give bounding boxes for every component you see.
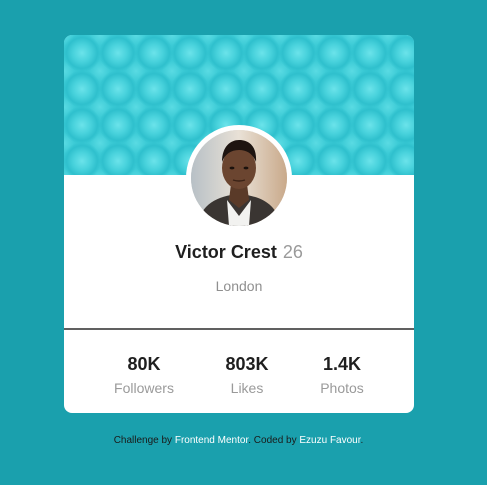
attribution-coded-text: Coded by <box>253 435 297 446</box>
name-row: Victor Crest 26 <box>64 241 414 263</box>
profile-card: Victor Crest 26 London 80K Followers 803K… <box>64 35 414 413</box>
frontend-mentor-link[interactable]: Frontend Mentor <box>175 435 248 446</box>
attribution-challenge-text: Challenge by <box>113 435 173 446</box>
stat-label: Likes <box>230 380 264 396</box>
stat-label: Photos <box>320 380 364 396</box>
profile-age: 26 <box>282 242 303 262</box>
avatar <box>191 130 287 226</box>
stat-likes: 803K Likes <box>197 353 297 397</box>
attribution: Challenge by Frontend Mentor. Coded by E… <box>113 435 364 446</box>
avatar-ring <box>186 125 292 231</box>
stat-label: Followers <box>114 380 174 396</box>
stat-value: 80K <box>127 354 161 374</box>
divider <box>64 328 414 330</box>
stat-value: 1.4K <box>322 354 362 374</box>
stat-followers: 80K Followers <box>94 353 194 397</box>
author-link[interactable]: Ezuzu Favour <box>299 435 360 446</box>
avatar-photo <box>191 130 287 226</box>
stat-value: 803K <box>225 354 269 374</box>
stat-photos: 1.4K Photos <box>292 353 392 397</box>
profile-location: London <box>215 278 263 294</box>
profile-name: Victor Crest <box>175 242 277 262</box>
